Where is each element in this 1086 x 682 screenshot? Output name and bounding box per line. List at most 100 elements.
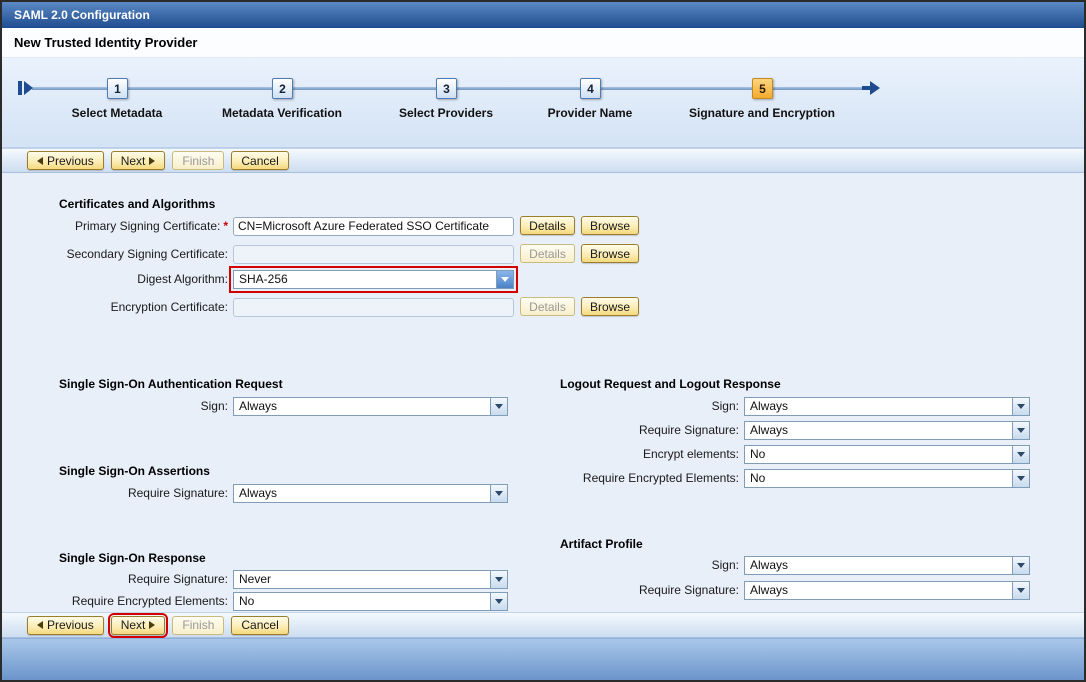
roadmap-start-arrow bbox=[24, 81, 33, 95]
logout-encrypt-elements-dropdown[interactable]: No bbox=[744, 445, 1030, 464]
sso-response-require-signature-label: Require Signature: bbox=[12, 570, 228, 589]
secondary-signing-certificate-input bbox=[233, 245, 514, 264]
logout-encrypt-elements-label: Encrypt elements: bbox=[522, 445, 739, 464]
encryption-certificate-input[interactable] bbox=[233, 298, 514, 317]
roadmap-end-icon bbox=[862, 81, 880, 95]
primary-browse-label: Browse bbox=[590, 219, 630, 233]
dropdown-arrow-icon[interactable] bbox=[490, 485, 507, 502]
dropdown-arrow-icon[interactable] bbox=[1012, 582, 1029, 599]
artifact-require-signature-value: Always bbox=[750, 583, 788, 597]
roadmap-start-bar bbox=[18, 81, 22, 95]
sso-response-require-encrypted-elements-value: No bbox=[239, 594, 254, 608]
dropdown-arrow-icon[interactable] bbox=[1012, 557, 1029, 574]
primary-signing-certificate-label-text: Primary Signing Certificate: bbox=[75, 219, 220, 233]
next-icon bbox=[149, 621, 155, 629]
primary-browse-button[interactable]: Browse bbox=[581, 216, 639, 235]
dropdown-arrow-icon[interactable] bbox=[1012, 446, 1029, 463]
cancel-label: Cancel bbox=[241, 618, 278, 632]
digest-algorithm-label: Digest Algorithm: bbox=[12, 270, 228, 289]
logout-sign-label: Sign: bbox=[522, 397, 739, 416]
logout-require-encrypted-elements-value: No bbox=[750, 471, 765, 485]
previous-label: Previous bbox=[47, 618, 94, 632]
previous-button-bottom[interactable]: Previous bbox=[27, 616, 104, 635]
sso-auth-request-section-title: Single Sign-On Authentication Request bbox=[59, 377, 283, 391]
artifact-sign-dropdown[interactable]: Always bbox=[744, 556, 1030, 575]
roadmap-end-stem bbox=[862, 86, 870, 90]
sso-response-require-signature-value: Never bbox=[239, 572, 271, 586]
dialog-footer-band bbox=[2, 638, 1084, 680]
primary-details-button[interactable]: Details bbox=[520, 216, 575, 235]
secondary-browse-button[interactable]: Browse bbox=[581, 244, 639, 263]
digest-algorithm-label-text: Digest Algorithm: bbox=[137, 272, 228, 286]
roadmap-end-arrow bbox=[870, 81, 880, 95]
artifact-require-signature-dropdown[interactable]: Always bbox=[744, 581, 1030, 600]
step-5-label: Signature and Encryption bbox=[652, 106, 872, 120]
digest-algorithm-dropdown[interactable]: SHA-256 bbox=[233, 270, 514, 289]
wizard-roadmap: 1 Select Metadata 2 Metadata Verificatio… bbox=[2, 58, 1084, 148]
logout-require-encrypted-elements-dropdown[interactable]: No bbox=[744, 469, 1030, 488]
previous-icon bbox=[37, 621, 43, 629]
encryption-certificate-label-text: Encryption Certificate: bbox=[111, 300, 228, 314]
logout-sign-dropdown[interactable]: Always bbox=[744, 397, 1030, 416]
finish-button-bottom: Finish bbox=[172, 616, 224, 635]
wizard-toolbar-bottom: Previous Next Finish Cancel bbox=[2, 612, 1084, 638]
dropdown-arrow-icon[interactable] bbox=[1012, 398, 1029, 415]
step-1-box[interactable]: 1 bbox=[107, 78, 128, 99]
sso-assertions-require-signature-dropdown[interactable]: Always bbox=[233, 484, 508, 503]
primary-signing-certificate-input[interactable]: CN=Microsoft Azure Federated SSO Certifi… bbox=[233, 217, 514, 236]
secondary-details-button: Details bbox=[520, 244, 575, 263]
sso-response-section-title: Single Sign-On Response bbox=[59, 551, 206, 565]
dropdown-arrow-icon[interactable] bbox=[490, 571, 507, 588]
next-label: Next bbox=[121, 618, 146, 632]
wizard-toolbar-top: Previous Next Finish Cancel bbox=[2, 148, 1084, 173]
cancel-button-bottom[interactable]: Cancel bbox=[231, 616, 288, 635]
digest-algorithm-value: SHA-256 bbox=[239, 272, 288, 286]
page-title: New Trusted Identity Provider bbox=[14, 35, 198, 50]
sso-response-require-signature-dropdown[interactable]: Never bbox=[233, 570, 508, 589]
dropdown-arrow-icon[interactable] bbox=[490, 398, 507, 415]
step-3-box[interactable]: 3 bbox=[436, 78, 457, 99]
logout-require-signature-dropdown[interactable]: Always bbox=[744, 421, 1030, 440]
encryption-browse-label: Browse bbox=[590, 300, 630, 314]
sso-auth-request-sign-dropdown[interactable]: Always bbox=[233, 397, 508, 416]
dropdown-arrow-icon[interactable] bbox=[490, 593, 507, 610]
finish-label: Finish bbox=[182, 618, 214, 632]
dropdown-arrow-icon[interactable] bbox=[1012, 422, 1029, 439]
signature-encryption-form: Certificates and Algorithms Primary Sign… bbox=[2, 173, 1084, 612]
artifact-require-signature-label: Require Signature: bbox=[522, 581, 739, 600]
primary-signing-certificate-label: Primary Signing Certificate:* bbox=[12, 217, 228, 236]
encryption-browse-button[interactable]: Browse bbox=[581, 297, 639, 316]
window-title: SAML 2.0 Configuration bbox=[14, 8, 150, 22]
certificates-section-title: Certificates and Algorithms bbox=[59, 197, 215, 211]
saml-config-window: SAML 2.0 Configuration New Trusted Ident… bbox=[0, 0, 1086, 682]
roadmap-start-icon bbox=[18, 81, 33, 95]
dropdown-arrow-icon[interactable] bbox=[1012, 470, 1029, 487]
secondary-signing-certificate-label-text: Secondary Signing Certificate: bbox=[67, 247, 228, 261]
next-icon bbox=[149, 157, 155, 165]
next-button-bottom[interactable]: Next bbox=[111, 616, 166, 635]
previous-button-top[interactable]: Previous bbox=[27, 151, 104, 170]
next-button-top[interactable]: Next bbox=[111, 151, 166, 170]
next-label: Next bbox=[121, 154, 146, 168]
artifact-profile-section-title: Artifact Profile bbox=[560, 537, 643, 551]
sso-assertions-require-signature-label: Require Signature: bbox=[12, 484, 228, 503]
secondary-signing-certificate-label: Secondary Signing Certificate: bbox=[12, 245, 228, 264]
logout-require-encrypted-elements-label: Require Encrypted Elements: bbox=[522, 469, 739, 488]
step-4-box[interactable]: 4 bbox=[580, 78, 601, 99]
logout-section-title: Logout Request and Logout Response bbox=[560, 377, 781, 391]
cancel-label: Cancel bbox=[241, 154, 278, 168]
encryption-details-button: Details bbox=[520, 297, 575, 316]
sso-assertions-require-signature-value: Always bbox=[239, 486, 277, 500]
logout-require-signature-label: Require Signature: bbox=[522, 421, 739, 440]
cancel-button-top[interactable]: Cancel bbox=[231, 151, 288, 170]
logout-encrypt-elements-value: No bbox=[750, 447, 765, 461]
previous-icon bbox=[37, 157, 43, 165]
encryption-certificate-label: Encryption Certificate: bbox=[12, 298, 228, 317]
window-titlebar: SAML 2.0 Configuration bbox=[2, 2, 1084, 28]
dropdown-arrow-icon[interactable] bbox=[496, 271, 513, 288]
sso-auth-request-sign-label: Sign: bbox=[12, 397, 228, 416]
step-2-box[interactable]: 2 bbox=[272, 78, 293, 99]
encryption-details-label: Details bbox=[529, 300, 566, 314]
step-5-box[interactable]: 5 bbox=[752, 78, 773, 99]
sso-response-require-encrypted-elements-dropdown[interactable]: No bbox=[233, 592, 508, 611]
